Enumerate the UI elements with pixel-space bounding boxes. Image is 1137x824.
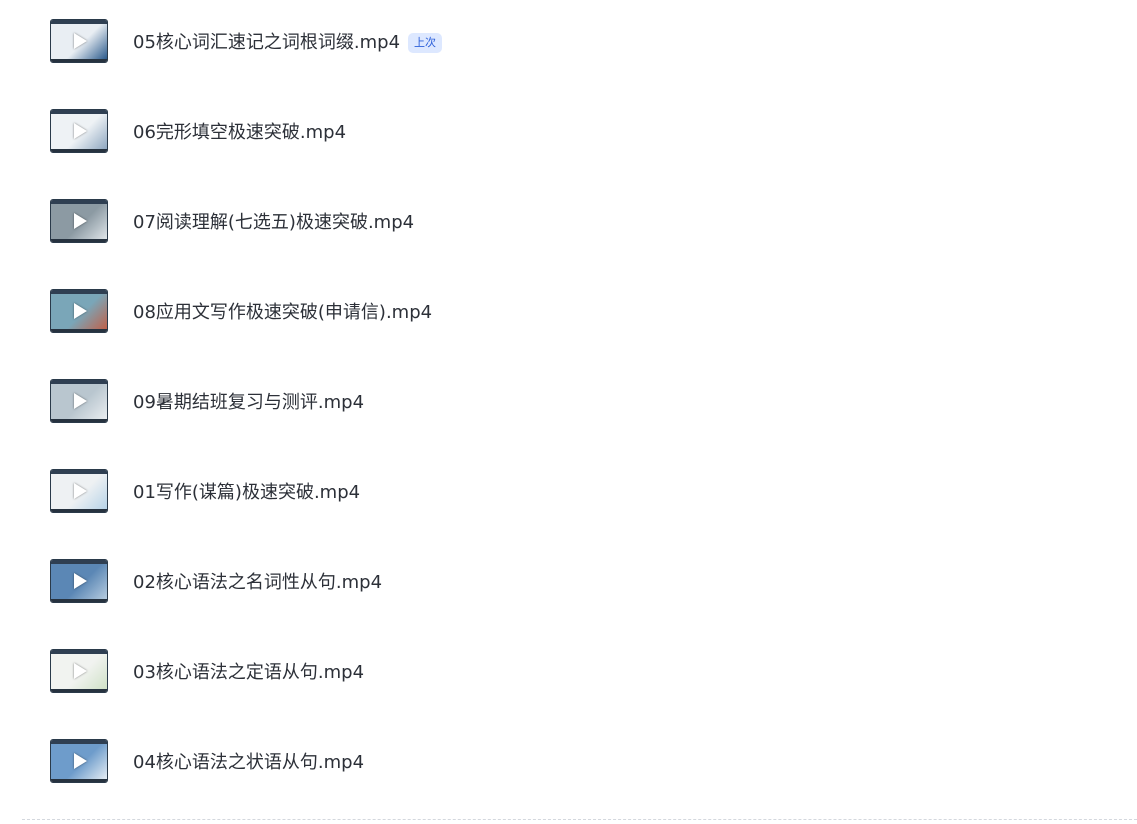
thumbnail-footer (51, 419, 107, 422)
list-item[interactable]: 07阅读理解(七选五)极速突破.mp4 (0, 180, 1137, 270)
video-thumbnail[interactable] (50, 469, 108, 513)
list-item[interactable]: 06完形填空极速突破.mp4 (0, 90, 1137, 180)
file-name[interactable]: 01写作(谋篇)极速突破.mp4 (133, 481, 360, 505)
play-icon (74, 33, 87, 49)
file-name-label: 02核心语法之名词性从句.mp4 (133, 572, 383, 593)
list-item[interactable]: 05核心词汇速记之词根词缀.mp4 上次 (0, 0, 1137, 90)
thumbnail-footer (51, 779, 107, 782)
file-name[interactable]: 09暑期结班复习与测评.mp4 (133, 391, 364, 415)
file-name-label: 09暑期结班复习与测评.mp4 (133, 392, 365, 413)
thumbnail-footer (51, 149, 107, 152)
video-thumbnail[interactable] (50, 379, 108, 423)
video-thumbnail[interactable] (50, 19, 108, 63)
play-icon (74, 483, 87, 499)
file-name-label: 03核心语法之定语从句.mp4 (133, 662, 365, 683)
play-icon (74, 303, 87, 319)
thumbnail-footer (51, 689, 107, 692)
video-thumbnail[interactable] (50, 199, 108, 243)
video-thumbnail[interactable] (50, 289, 108, 333)
file-name[interactable]: 03核心语法之定语从句.mp4 (133, 661, 364, 685)
video-thumbnail[interactable] (50, 739, 108, 783)
file-name-label: 07阅读理解(七选五)极速突破.mp4 (133, 212, 415, 233)
list-item[interactable]: 02核心语法之名词性从句.mp4 (0, 540, 1137, 630)
file-name-label: 05核心词汇速记之词根词缀.mp4 (133, 32, 401, 53)
list-item[interactable]: 03核心语法之定语从句.mp4 (0, 630, 1137, 720)
thumbnail-footer (51, 59, 107, 62)
file-name-label: 08应用文写作极速突破(申请信).mp4 (133, 302, 433, 323)
play-icon (74, 573, 87, 589)
file-name[interactable]: 02核心语法之名词性从句.mp4 (133, 571, 382, 595)
play-icon (74, 393, 87, 409)
file-name[interactable]: 08应用文写作极速突破(申请信).mp4 (133, 301, 432, 325)
file-name-label: 01写作(谋篇)极速突破.mp4 (133, 482, 361, 503)
video-thumbnail[interactable] (50, 109, 108, 153)
file-name-label: 06完形填空极速突破.mp4 (133, 122, 347, 143)
thumbnail-footer (51, 329, 107, 332)
list-item[interactable]: 09暑期结班复习与测评.mp4 (0, 360, 1137, 450)
file-name[interactable]: 06完形填空极速突破.mp4 (133, 121, 346, 145)
thumbnail-footer (51, 509, 107, 512)
play-icon (74, 753, 87, 769)
play-icon (74, 663, 87, 679)
thumbnail-footer (51, 599, 107, 602)
file-name[interactable]: 07阅读理解(七选五)极速突破.mp4 (133, 211, 414, 235)
last-watched-badge: 上次 (408, 33, 443, 53)
play-icon (74, 123, 87, 139)
file-name[interactable]: 05核心词汇速记之词根词缀.mp4 上次 (133, 31, 443, 55)
list-divider (22, 819, 1137, 820)
list-item[interactable]: 08应用文写作极速突破(申请信).mp4 (0, 270, 1137, 360)
file-name[interactable]: 04核心语法之状语从句.mp4 (133, 751, 364, 775)
file-name-label: 04核心语法之状语从句.mp4 (133, 752, 365, 773)
list-item[interactable]: 01写作(谋篇)极速突破.mp4 (0, 450, 1137, 540)
list-item[interactable]: 04核心语法之状语从句.mp4 (0, 720, 1137, 810)
video-thumbnail[interactable] (50, 649, 108, 693)
play-icon (74, 213, 87, 229)
video-thumbnail[interactable] (50, 559, 108, 603)
thumbnail-footer (51, 239, 107, 242)
